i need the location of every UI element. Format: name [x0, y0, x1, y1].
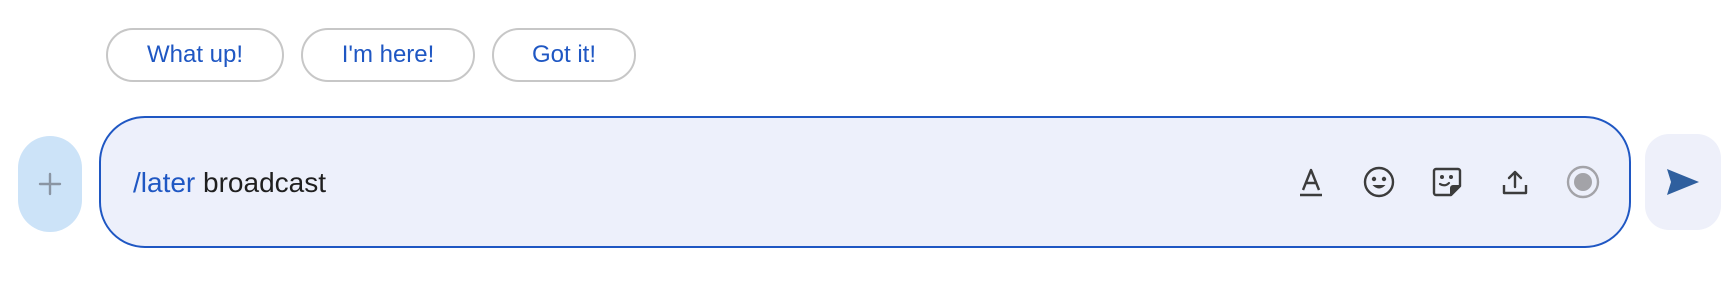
emoji-smile-icon: [1363, 166, 1395, 198]
suggestion-chip-im-here[interactable]: I'm here!: [301, 28, 475, 82]
sticker-icon: [1432, 167, 1462, 197]
plus-icon: [38, 172, 62, 196]
slash-command: /later: [133, 167, 196, 198]
upload-icon: [1502, 170, 1528, 195]
upload-button[interactable]: [1495, 162, 1535, 202]
record-icon: [1566, 165, 1600, 199]
record-button[interactable]: [1563, 162, 1603, 202]
message-composer[interactable]: /later broadcast: [99, 116, 1631, 248]
suggestion-chips: What up! I'm here! Got it!: [106, 28, 636, 82]
suggestion-chip-what-up[interactable]: What up!: [106, 28, 284, 82]
format-text-icon: [1300, 168, 1322, 197]
emoji-button[interactable]: [1359, 162, 1399, 202]
format-text-button[interactable]: [1291, 162, 1331, 202]
add-attachment-button[interactable]: [18, 136, 82, 232]
suggestion-chip-got-it[interactable]: Got it!: [492, 28, 636, 82]
send-arrow-icon: [1667, 169, 1699, 195]
message-input[interactable]: /later broadcast: [133, 166, 326, 200]
command-argument: broadcast: [203, 167, 326, 198]
send-button[interactable]: [1645, 134, 1721, 230]
sticker-button[interactable]: [1427, 162, 1467, 202]
